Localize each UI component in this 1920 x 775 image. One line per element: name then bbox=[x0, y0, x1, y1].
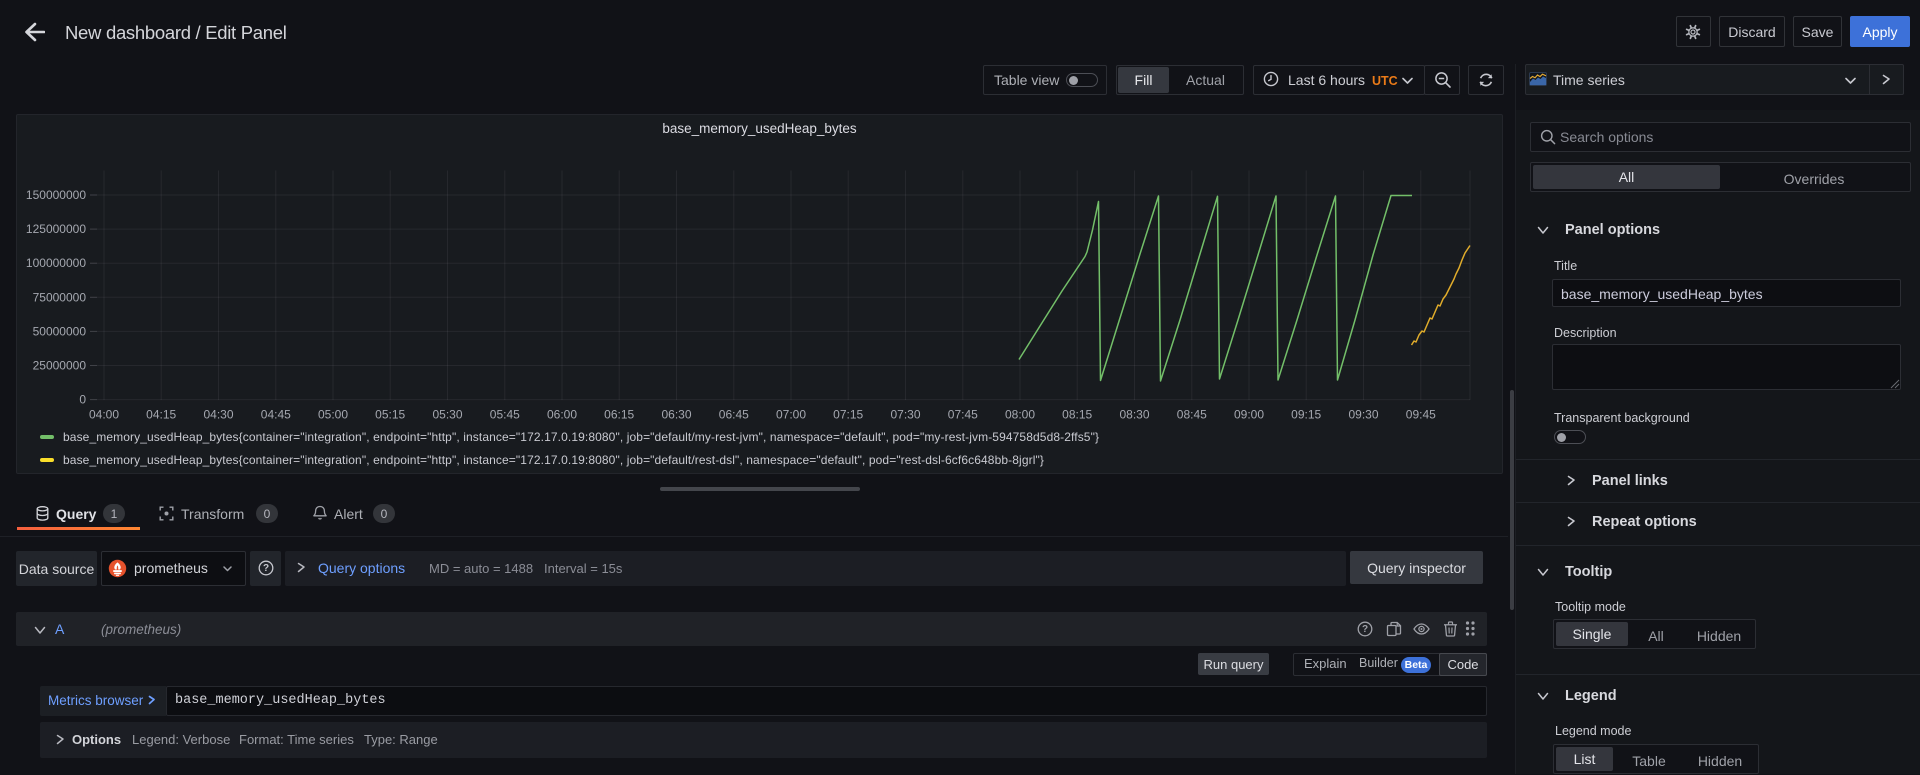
svg-text:100000000: 100000000 bbox=[26, 256, 86, 270]
svg-text:05:00: 05:00 bbox=[318, 408, 348, 422]
svg-text:06:30: 06:30 bbox=[661, 408, 691, 422]
svg-text:50000000: 50000000 bbox=[33, 324, 87, 338]
svg-text:05:30: 05:30 bbox=[432, 408, 462, 422]
svg-text:09:15: 09:15 bbox=[1291, 408, 1321, 422]
svg-text:04:30: 04:30 bbox=[203, 408, 233, 422]
svg-text:09:30: 09:30 bbox=[1348, 408, 1378, 422]
svg-text:08:30: 08:30 bbox=[1119, 408, 1149, 422]
svg-text:06:45: 06:45 bbox=[719, 408, 749, 422]
svg-text:04:45: 04:45 bbox=[261, 408, 291, 422]
svg-text:08:15: 08:15 bbox=[1062, 408, 1092, 422]
svg-text:?: ? bbox=[1362, 624, 1368, 635]
svg-text:04:00: 04:00 bbox=[89, 408, 119, 422]
svg-text:05:15: 05:15 bbox=[375, 408, 405, 422]
svg-text:25000000: 25000000 bbox=[33, 359, 87, 373]
svg-text:08:00: 08:00 bbox=[1005, 408, 1035, 422]
svg-text:06:00: 06:00 bbox=[547, 408, 577, 422]
svg-text:07:45: 07:45 bbox=[948, 408, 978, 422]
svg-text:150000000: 150000000 bbox=[26, 188, 86, 202]
svg-text:75000000: 75000000 bbox=[33, 290, 87, 304]
svg-text:09:00: 09:00 bbox=[1234, 408, 1264, 422]
svg-text:07:15: 07:15 bbox=[833, 408, 863, 422]
svg-text:06:15: 06:15 bbox=[604, 408, 634, 422]
svg-text:09:45: 09:45 bbox=[1406, 408, 1436, 422]
svg-text:05:45: 05:45 bbox=[490, 408, 520, 422]
svg-text:08:45: 08:45 bbox=[1177, 408, 1207, 422]
svg-text:?: ? bbox=[263, 563, 269, 574]
svg-text:04:15: 04:15 bbox=[146, 408, 176, 422]
svg-text:07:30: 07:30 bbox=[890, 408, 920, 422]
svg-text:125000000: 125000000 bbox=[26, 222, 86, 236]
svg-text:07:00: 07:00 bbox=[776, 408, 806, 422]
svg-text:0: 0 bbox=[79, 393, 86, 407]
